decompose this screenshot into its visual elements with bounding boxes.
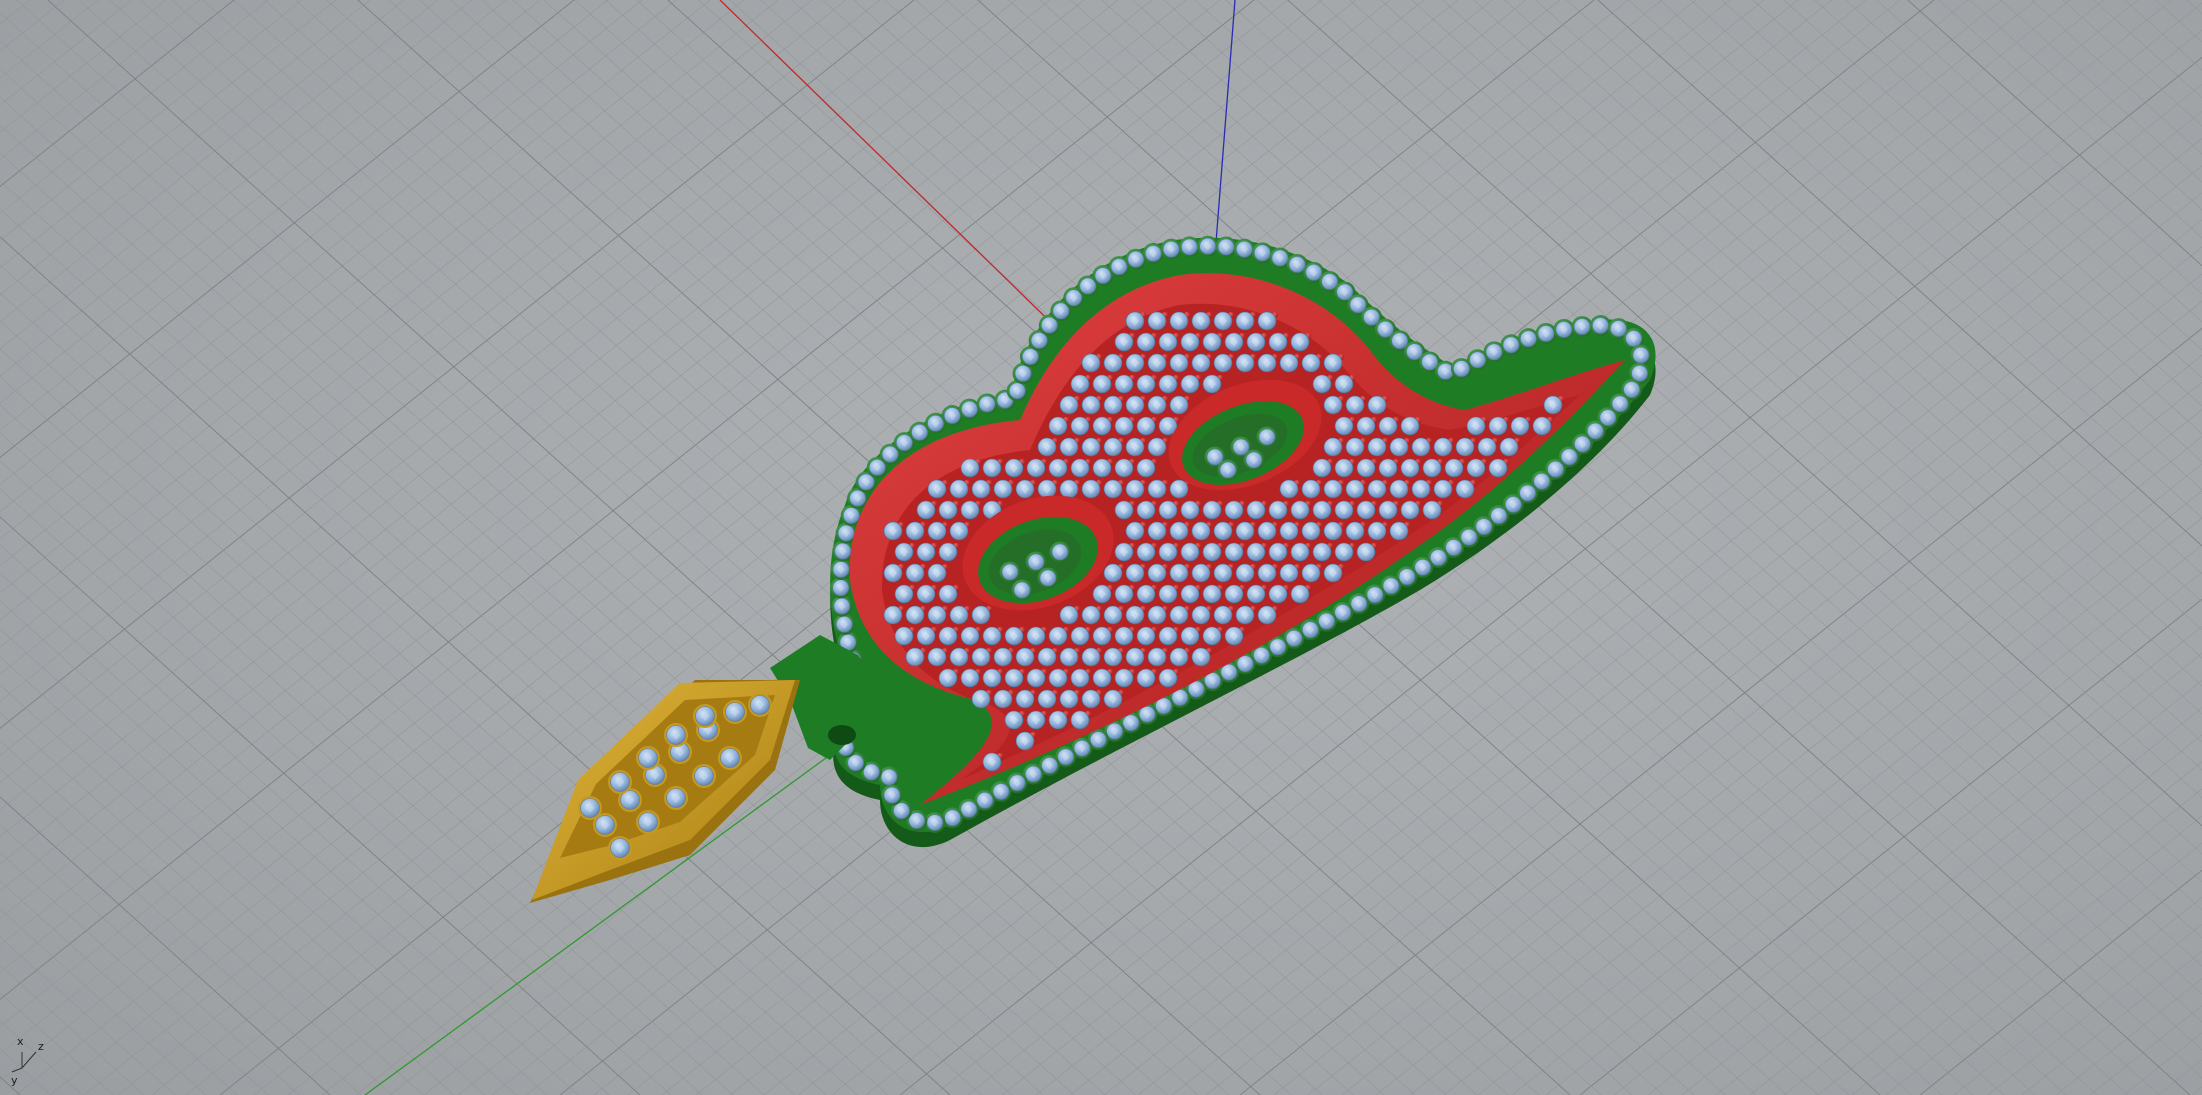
gizmo-y-label: y	[11, 1074, 18, 1087]
gizmo-z-label: z	[38, 1040, 44, 1053]
gizmo-x-label: x	[17, 1035, 24, 1048]
bail-loop-hole	[828, 725, 856, 745]
axis-gizmo: x z y	[11, 1035, 44, 1087]
z-axis-line	[1214, 0, 1236, 256]
3d-viewport[interactable]: x z y	[0, 0, 2202, 1095]
perspective-scene[interactable]: x z y	[0, 0, 2202, 1095]
